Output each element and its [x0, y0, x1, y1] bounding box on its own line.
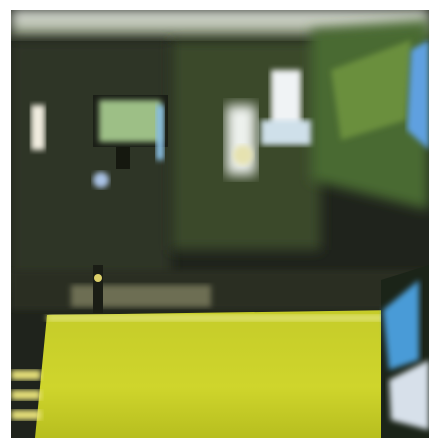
- floor-stripe-2: [11, 390, 41, 400]
- stand-light: [94, 274, 102, 282]
- sign-blue: [261, 120, 311, 145]
- left-wall: [11, 40, 171, 290]
- counter: [35, 310, 401, 438]
- floor-stripe-3: [11, 410, 41, 420]
- left-object: [93, 172, 109, 188]
- blurred-photo: [11, 10, 429, 438]
- counter-stand: [93, 265, 103, 313]
- photo-frame: [11, 10, 429, 438]
- display-light: [233, 145, 253, 165]
- monitor-screen: [99, 100, 161, 142]
- counter-items: [71, 285, 211, 307]
- left-sign: [31, 105, 45, 150]
- floor-stripe-1: [11, 370, 41, 380]
- monitor-stand: [116, 147, 130, 169]
- counter-edge: [47, 315, 401, 321]
- blue-strip: [156, 105, 164, 160]
